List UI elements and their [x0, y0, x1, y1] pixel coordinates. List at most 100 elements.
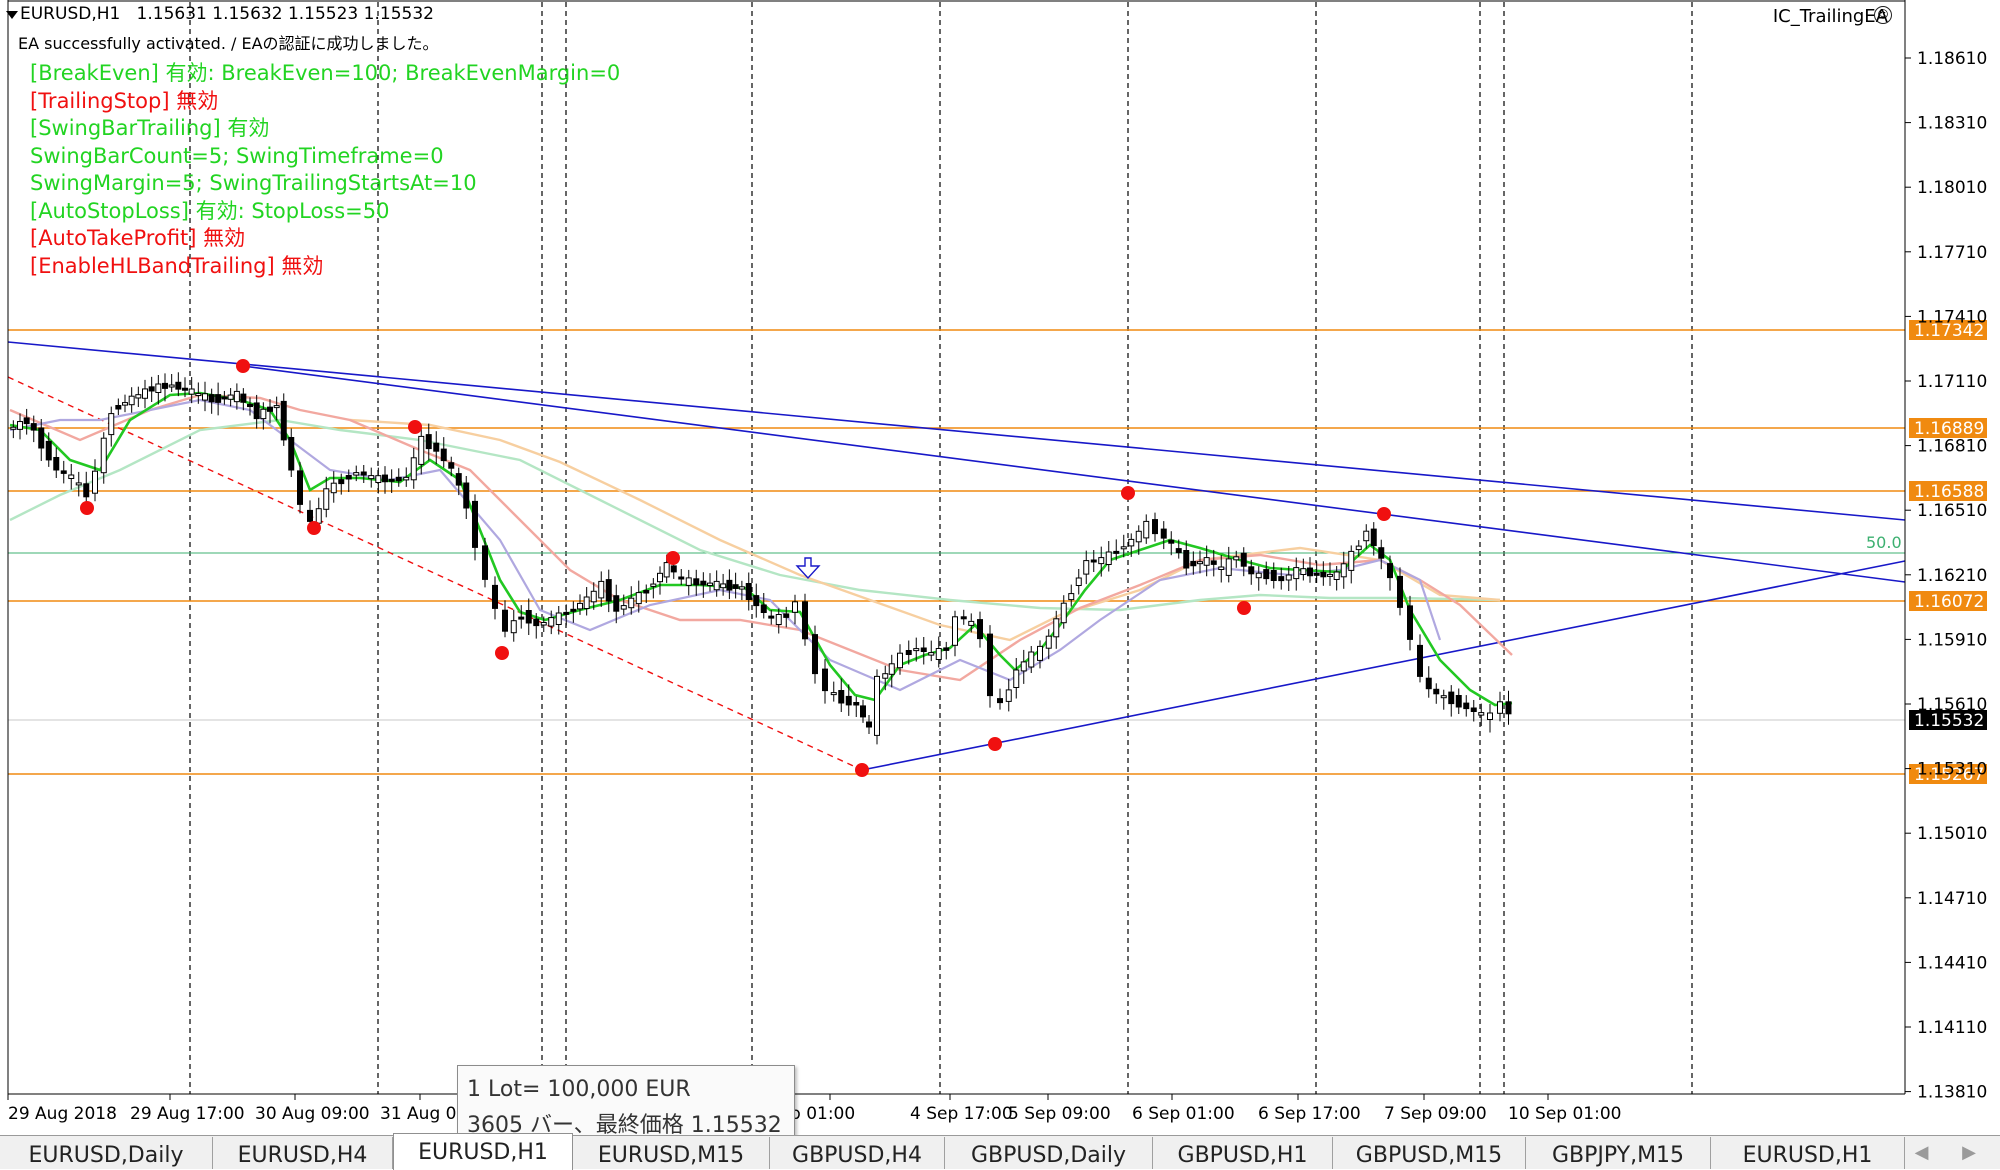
chart-tab[interactable]: GBPUSD,Daily	[945, 1137, 1153, 1169]
candle-bear	[1168, 539, 1175, 544]
ea-setting-line: SwingMargin=5; SwingTrailingStartsAt=10	[30, 171, 477, 195]
candle-bear	[732, 584, 739, 589]
candle-bear	[267, 406, 273, 412]
time-axis-label: 29 Aug 17:00	[130, 1104, 245, 1124]
candle-bull	[720, 583, 727, 589]
candle-bull	[100, 437, 107, 474]
candle-bear	[53, 457, 60, 471]
candle-bear	[448, 462, 455, 469]
candle-bear	[960, 616, 967, 620]
candle-bear	[425, 434, 432, 450]
swing-point-marker	[495, 646, 509, 660]
chart-tab[interactable]: GBPUSD,H4	[770, 1137, 945, 1169]
chart-tab[interactable]: EURUSD,H1	[393, 1133, 573, 1170]
candle-bear	[1175, 548, 1182, 554]
chart-window[interactable]: 50.0 1.17342 1.16889 1.16588 1.16072 1.15532 1…	[0, 0, 2000, 1170]
candle-bull	[775, 614, 782, 625]
candle-bull	[1098, 557, 1105, 565]
ea-setting-line: SwingBarCount=5; SwingTimeframe=0	[30, 143, 444, 168]
candle-bear	[307, 509, 313, 522]
candle-bull	[888, 663, 895, 675]
candle-bear	[1455, 695, 1462, 708]
candle-bull	[1497, 701, 1503, 714]
candle-bull	[1285, 574, 1292, 581]
price-tag-label: 1.16588	[1914, 482, 1984, 502]
chart-tab[interactable]: GBPJPY,M15	[1526, 1137, 1711, 1169]
candle-bear	[853, 702, 860, 706]
candle-bull	[155, 383, 162, 393]
chart-tab[interactable]: EURUSD,H1	[1711, 1137, 1905, 1169]
candle-bear	[182, 387, 188, 391]
tab-scroll-arrows-icon[interactable]: ◀ ▶	[1915, 1142, 1990, 1163]
candle-bear	[643, 590, 650, 594]
candle-bear	[1370, 528, 1377, 547]
candle-bull	[273, 405, 280, 409]
price-axis-label: 1.17410	[1917, 307, 1987, 327]
candle-bull	[330, 482, 337, 494]
swing-point-marker	[1377, 507, 1391, 521]
candle-bull	[1340, 563, 1347, 578]
candle-bull	[590, 590, 597, 603]
candle-bear	[253, 402, 260, 420]
ea-setting-line: [BreakEven] 有効: BreakEven=100; BreakEven…	[30, 61, 621, 85]
candle-bull	[128, 395, 135, 406]
price-axis-label: 1.15010	[1917, 824, 1987, 844]
chart-tabs-bar: ◀ ▶ EURUSD,Daily EURUSD,H4 EURUSD,H1 EURUSD…	[0, 1133, 2000, 1170]
chart-tab[interactable]: EURUSD,Daily	[0, 1137, 213, 1169]
candle-bear	[1433, 688, 1440, 695]
candle-bear	[905, 650, 912, 655]
candle-bear	[338, 479, 345, 485]
price-axis-label: 1.13810	[1917, 1083, 1987, 1103]
candle-bear	[440, 448, 447, 462]
smiley-face-icon[interactable]: ☺	[1874, 6, 1892, 24]
candle-bear	[1183, 550, 1190, 569]
candle-bull	[1053, 618, 1060, 638]
candle-bear	[1378, 547, 1385, 559]
candle-bear	[997, 698, 1003, 704]
candle-bull	[897, 652, 903, 669]
candle-bull	[540, 622, 547, 626]
price-axis-label: 1.14710	[1917, 889, 1987, 909]
candle-bull	[353, 472, 360, 476]
candle-bear	[502, 609, 508, 632]
symbol-label: EURUSD,H1	[20, 4, 121, 24]
candle-bull	[628, 597, 635, 609]
collapse-arrow-icon[interactable]	[6, 11, 18, 19]
candle-bull	[1363, 530, 1370, 542]
chart-header: EURUSD,H1 1.15631 1.15632 1.15523 1.1553…	[20, 4, 434, 24]
candle-bull	[1068, 593, 1075, 601]
candle-bear	[726, 579, 733, 591]
candle-bull	[17, 421, 23, 430]
candle-bull	[1218, 566, 1225, 570]
price-axis-label: 1.17710	[1917, 243, 1987, 263]
swing-point-marker	[1121, 486, 1135, 500]
swing-point-marker	[855, 763, 869, 777]
candle-bear	[977, 619, 983, 640]
candle-bull	[555, 612, 562, 625]
candle-bull	[1020, 661, 1027, 672]
candle-bull	[713, 580, 720, 591]
chart-tab[interactable]: EURUSD,M15	[573, 1137, 770, 1169]
price-tag-label: 1.16072	[1914, 592, 1984, 612]
ea-name-label: IC_TrailingEA	[1772, 6, 1888, 27]
candle-bull	[1348, 550, 1355, 571]
price-axis-label: 1.15610	[1917, 695, 1987, 715]
swing-point-marker	[307, 521, 321, 535]
candle-bull	[1440, 695, 1447, 699]
swing-point-marker	[1237, 601, 1251, 615]
candle-bull	[1203, 557, 1210, 566]
candle-bear	[115, 405, 122, 410]
candle-bear	[60, 470, 67, 474]
candle-bear	[1090, 559, 1097, 563]
chart-tab[interactable]: EURUSD,H4	[213, 1137, 393, 1169]
chart-tab[interactable]: GBPUSD,M15	[1333, 1137, 1526, 1169]
candle-bear	[822, 668, 828, 692]
swing-point-marker	[236, 359, 250, 373]
candle-bear	[288, 437, 295, 471]
price-axis-label: 1.15310	[1917, 760, 1987, 780]
candle-bull	[188, 388, 195, 395]
candle-bear	[1313, 572, 1320, 576]
candle-bear	[433, 442, 440, 452]
candle-bear	[345, 475, 352, 480]
chart-tab[interactable]: GBPUSD,H1	[1153, 1137, 1333, 1169]
